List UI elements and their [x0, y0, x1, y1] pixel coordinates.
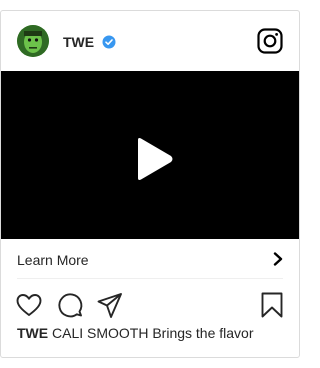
play-icon[interactable] — [132, 135, 176, 183]
instagram-post-card: TWE Learn More TWE CALI SMOOTH Brings th… — [0, 10, 300, 358]
share-icon[interactable] — [96, 291, 124, 319]
avatar-image — [17, 25, 49, 57]
caption-username[interactable]: TWE — [17, 325, 48, 341]
post-actions — [1, 289, 299, 319]
profile-avatar[interactable] — [17, 25, 49, 57]
post-header: TWE — [1, 11, 299, 71]
caption-text: CALI SMOOTH Brings the flavor — [52, 325, 254, 341]
chevron-right-icon — [273, 252, 283, 266]
learn-more-link[interactable]: Learn More — [17, 239, 283, 279]
heart-icon[interactable] — [15, 291, 43, 319]
comment-icon[interactable] — [56, 291, 84, 319]
post-caption: TWE CALI SMOOTH Brings the flavor — [17, 325, 254, 341]
verified-badge-icon — [102, 35, 116, 49]
username[interactable]: TWE — [63, 34, 94, 50]
learn-more-label: Learn More — [17, 252, 89, 268]
bookmark-icon[interactable] — [258, 291, 286, 319]
instagram-icon[interactable] — [257, 28, 283, 54]
